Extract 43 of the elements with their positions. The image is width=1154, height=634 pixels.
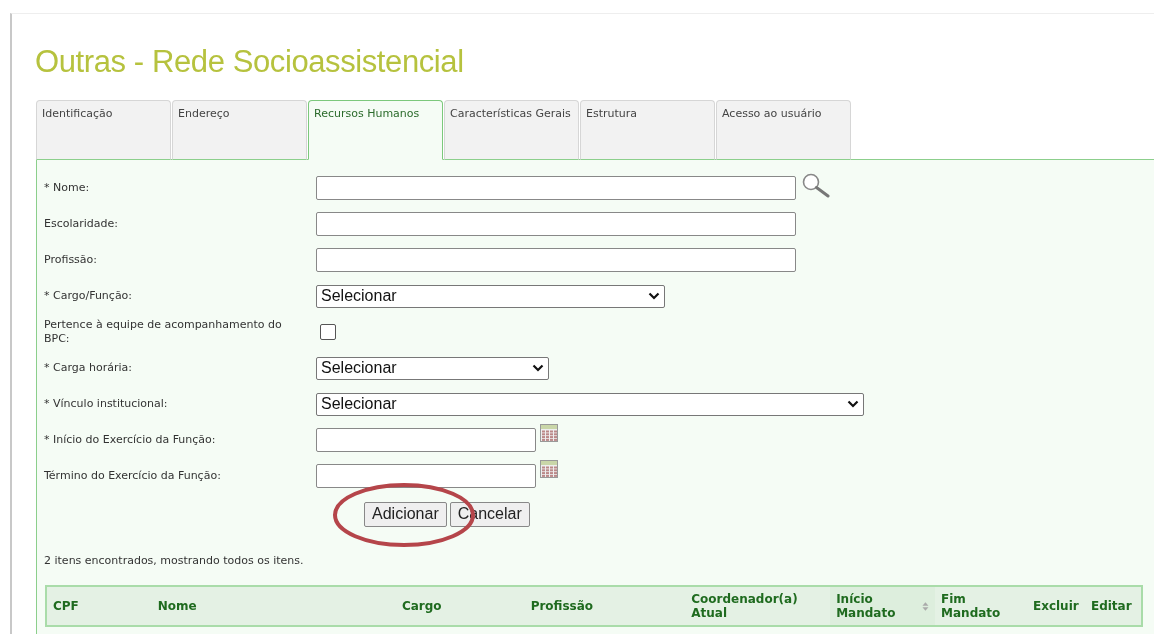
input-field[interactable] xyxy=(316,464,536,488)
field-label: Escolaridade: xyxy=(44,217,119,231)
checkbox[interactable] xyxy=(320,324,336,340)
column-header[interactable]: Coordenador(a) Atual xyxy=(685,586,831,626)
sort-icon[interactable] xyxy=(922,600,930,612)
input-field[interactable] xyxy=(316,176,796,200)
results-summary: 2 itens encontrados, mostrando todos os itens. xyxy=(44,554,305,568)
chevron-icon xyxy=(847,400,859,408)
column-header[interactable]: Profissão xyxy=(524,586,686,626)
chevron-icon xyxy=(532,364,544,372)
calendar-icon[interactable] xyxy=(540,460,558,478)
field-label: * Nome: xyxy=(44,181,91,195)
tab[interactable]: Endereço xyxy=(172,100,307,160)
tab[interactable]: Acesso ao usuário xyxy=(716,100,851,160)
column-header[interactable]: Início Mandato xyxy=(830,586,936,626)
field-label: Pertence à equipe de acompanhamento do BPC: xyxy=(44,318,283,346)
column-header[interactable]: Nome xyxy=(151,586,396,626)
column-header[interactable]: Editar xyxy=(1084,586,1142,626)
field-label: Término do Exercício da Função: xyxy=(44,469,222,483)
button[interactable]: Adicionar xyxy=(364,501,447,527)
column-header[interactable]: Cargo xyxy=(395,586,525,626)
column-header[interactable]: Excluir xyxy=(1026,586,1085,626)
field-label: * Vínculo institucional: xyxy=(44,397,169,411)
search-icon[interactable] xyxy=(800,172,830,198)
input-field[interactable] xyxy=(316,248,796,272)
input-field[interactable] xyxy=(316,428,536,452)
tab[interactable]: Estrutura xyxy=(580,100,715,160)
field-label: * Cargo/Função: xyxy=(44,289,134,303)
column-header[interactable]: CPF xyxy=(46,586,152,626)
field-label: Profissão: xyxy=(44,253,99,267)
chevron-icon xyxy=(648,292,660,300)
tab[interactable]: Identificação xyxy=(36,100,171,160)
column-header[interactable]: Fim Mandato xyxy=(935,586,1027,626)
tab[interactable]: Características Gerais xyxy=(444,100,579,160)
calendar-icon[interactable] xyxy=(540,424,558,442)
field-label: * Início do Exercício da Função: xyxy=(44,433,217,447)
page-title: Outras - Rede Socioassistencial xyxy=(35,44,465,81)
tab[interactable]: Recursos Humanos xyxy=(308,100,443,160)
dropdown[interactable]: Selecionar xyxy=(316,356,549,380)
field-label: * Carga horária: xyxy=(44,361,133,375)
input-field[interactable] xyxy=(316,212,796,236)
dropdown[interactable]: Selecionar xyxy=(316,284,665,308)
dropdown[interactable]: Selecionar xyxy=(316,392,864,416)
